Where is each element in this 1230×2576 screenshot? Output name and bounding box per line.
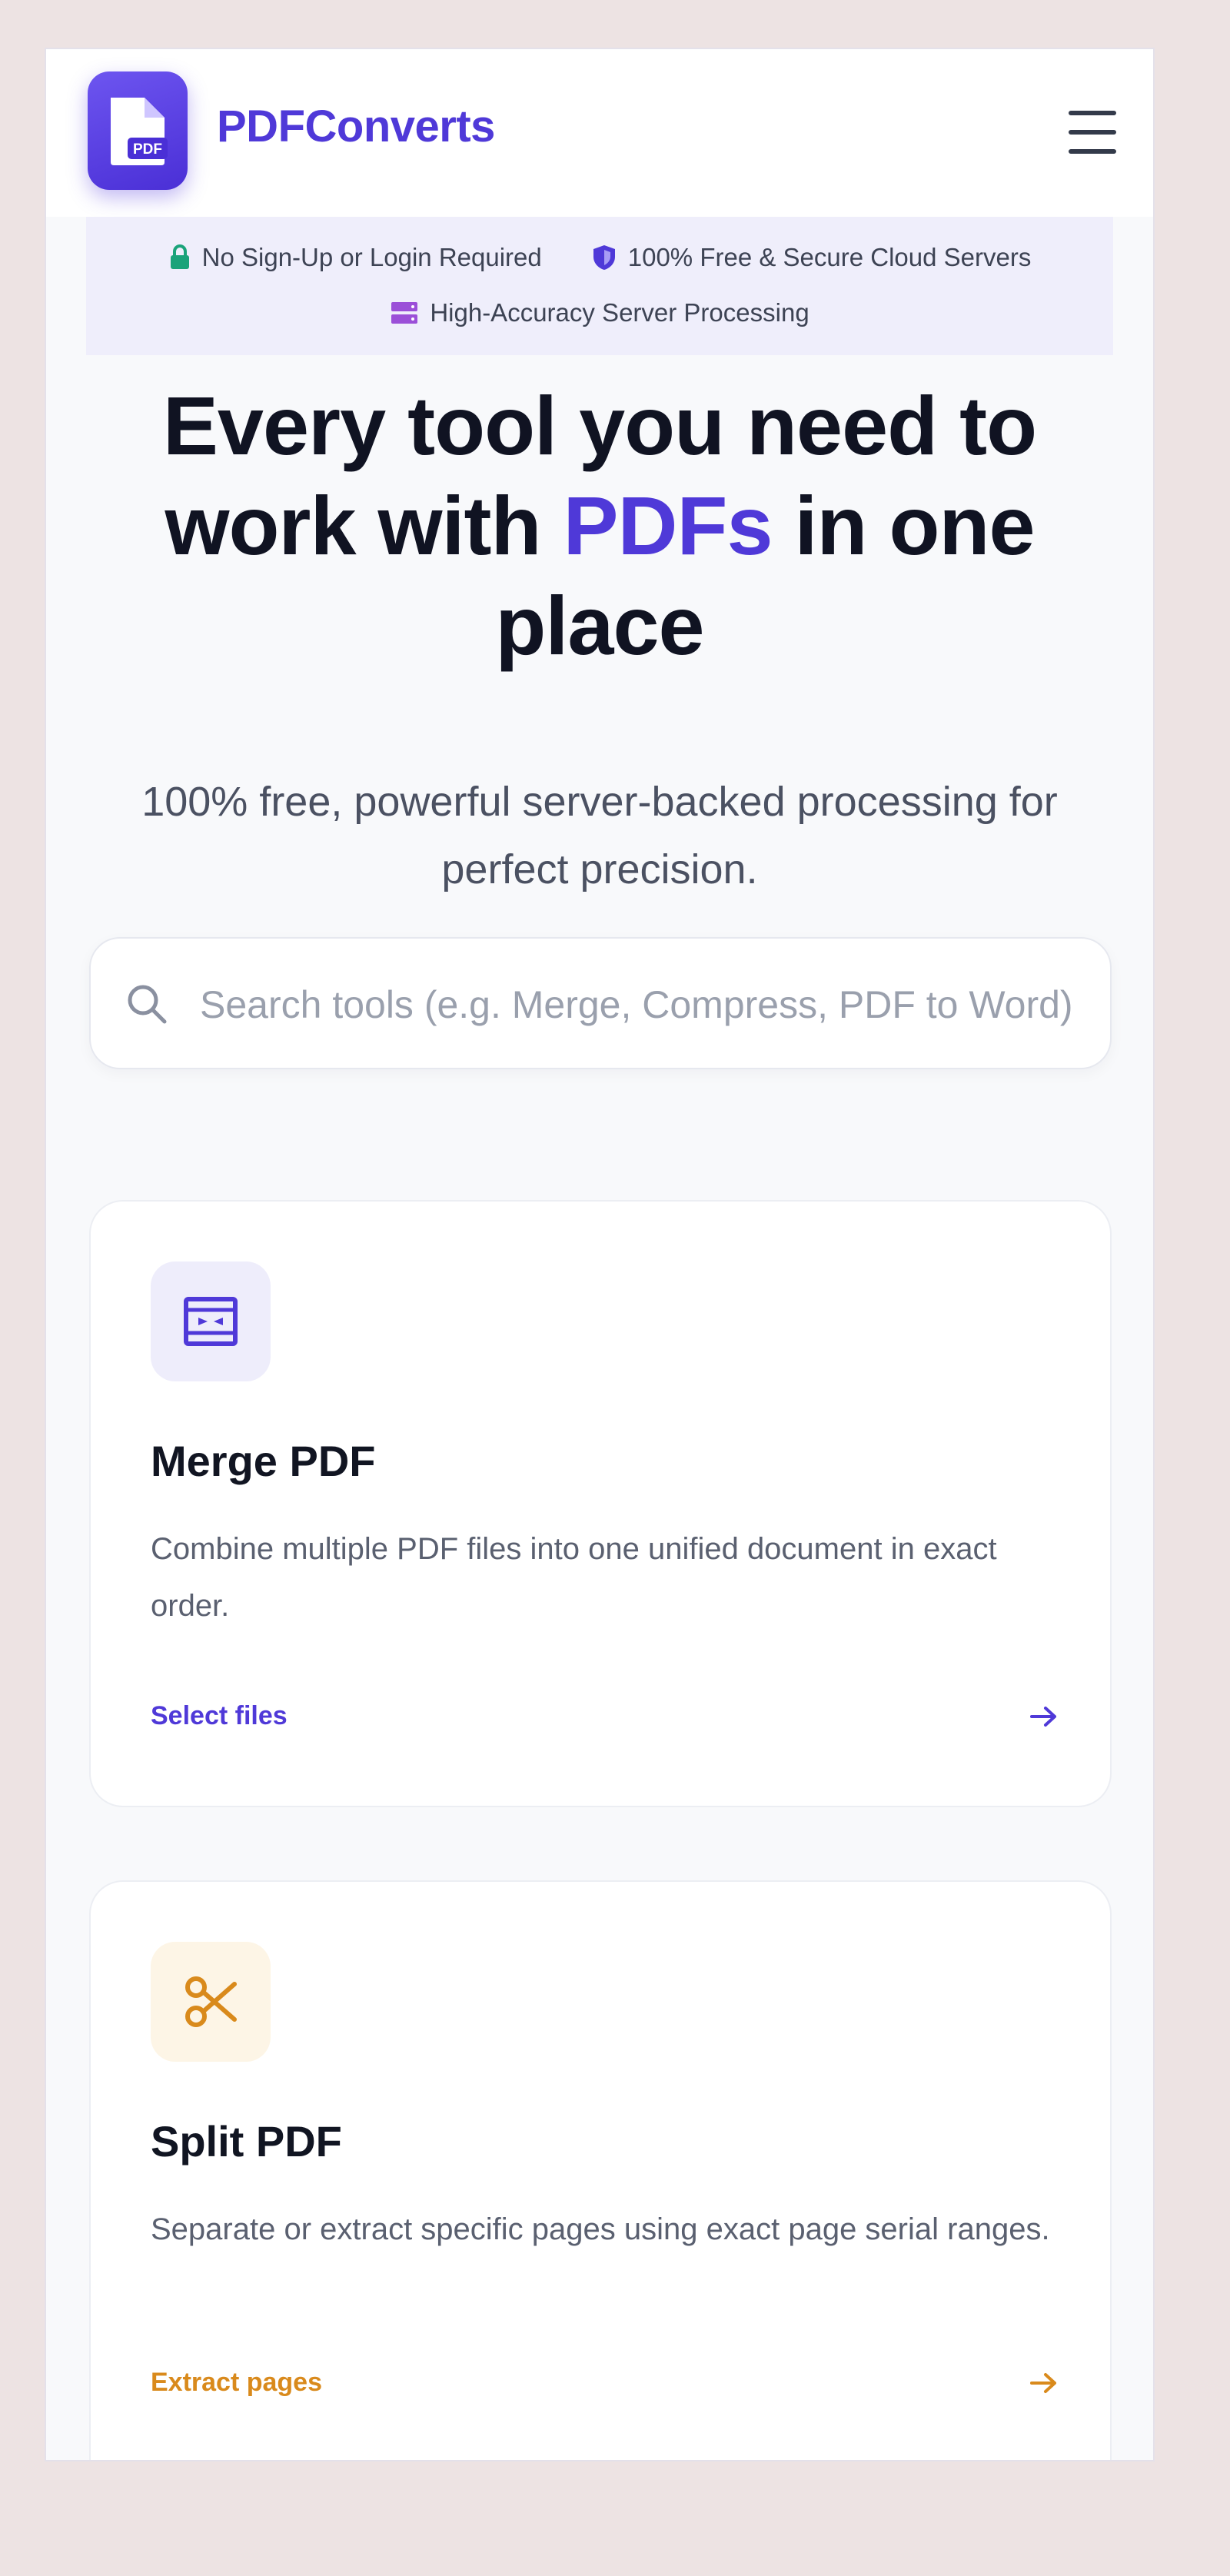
tool-title: Split PDF <box>151 2117 342 2166</box>
hero-subtitle: 100% free, powerful server-backed proces… <box>141 779 1058 892</box>
tool-action-link[interactable]: Extract pages <box>151 2368 1059 2398</box>
tool-action-link[interactable]: Select files <box>151 1701 1059 1731</box>
search-input[interactable] <box>198 969 1085 1040</box>
tool-description: Separate or extract specific pages using… <box>151 2212 1050 2246</box>
logo-text: PDF <box>133 141 162 158</box>
arrow-right-icon <box>1030 1706 1056 1727</box>
scissors-icon <box>185 1976 237 2027</box>
merge-icon <box>184 1297 238 1346</box>
server-icon <box>391 302 418 324</box>
tool-description: Combine multiple PDF files into one unif… <box>151 1532 997 1623</box>
logo[interactable]: PDF <box>88 71 188 190</box>
hero-title-highlight: PDFs <box>563 479 773 572</box>
trust-label: High-Accuracy Server Processing <box>430 298 809 327</box>
tool-card-split-pdf[interactable]: Split PDF Separate or extract specific p… <box>89 1880 1112 2460</box>
browser-viewport: PDF PDFConverts No Sign-Up or Login Requ… <box>45 48 1155 2461</box>
trust-label: 100% Free & Secure Cloud Servers <box>627 243 1032 271</box>
tool-action-label: Extract pages <box>151 2368 322 2397</box>
trust-item-no-signup: No Sign-Up or Login Required <box>168 243 542 272</box>
tool-icon-box <box>151 1261 271 1381</box>
brand-name[interactable]: PDFConverts <box>217 101 495 152</box>
trust-bar: No Sign-Up or Login Required 100% Free &… <box>86 217 1113 355</box>
search-icon <box>128 985 167 1024</box>
site-header: PDF PDFConverts <box>46 49 1153 217</box>
search-bar[interactable] <box>89 937 1112 1069</box>
arrow-right-icon <box>1030 2372 1056 2393</box>
tool-action-label: Select files <box>151 1701 288 1730</box>
tool-icon-box <box>151 1942 271 2062</box>
hamburger-menu-icon[interactable] <box>1069 111 1116 154</box>
tool-title: Merge PDF <box>151 1437 376 1485</box>
shield-icon <box>593 245 615 270</box>
trust-label: No Sign-Up or Login Required <box>201 243 542 271</box>
lock-icon <box>170 244 189 269</box>
tool-card-merge-pdf[interactable]: Merge PDF Combine multiple PDF files int… <box>89 1200 1112 1807</box>
trust-item-free-secure: 100% Free & Secure Cloud Servers <box>591 243 1032 272</box>
hero-title: Every tool you need to work with PDFs in… <box>92 376 1107 676</box>
trust-item-accuracy: High-Accuracy Server Processing <box>390 298 809 327</box>
pdf-file-icon: PDF <box>111 98 168 165</box>
